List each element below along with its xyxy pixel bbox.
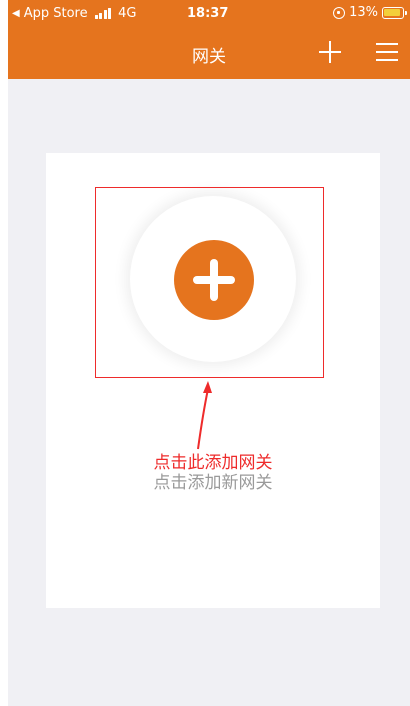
- empty-gateway-card: 点击此添加网关 点击添加新网关: [46, 153, 380, 608]
- app-screen: ◀ App Store 4G 18:37 13% 网关 点击此添加网关 点击添加…: [8, 0, 410, 706]
- status-right: 13%: [333, 5, 407, 20]
- annotation-arrow-icon: [197, 381, 212, 450]
- signal-icon: [94, 8, 112, 19]
- add-gateway-hint[interactable]: 点击添加新网关: [46, 473, 380, 493]
- annotation-highlight-box: [95, 187, 324, 378]
- status-time: 18:37: [187, 6, 229, 21]
- orientation-lock-icon: [333, 6, 346, 19]
- network-label: 4G: [118, 6, 137, 21]
- status-left: ◀ App Store 4G: [12, 6, 136, 21]
- top-bar: ◀ App Store 4G 18:37 13% 网关: [8, 0, 410, 79]
- back-app-label[interactable]: App Store: [24, 6, 88, 21]
- battery-percent: 13%: [349, 5, 378, 20]
- annotation-text: 点击此添加网关: [153, 453, 273, 473]
- battery-icon: [382, 6, 407, 19]
- menu-icon[interactable]: [376, 43, 398, 62]
- back-caret-icon[interactable]: ◀: [12, 8, 20, 19]
- status-bar: ◀ App Store 4G 18:37 13%: [8, 0, 410, 28]
- page-title: 网关: [192, 47, 226, 67]
- add-icon[interactable]: [319, 41, 341, 63]
